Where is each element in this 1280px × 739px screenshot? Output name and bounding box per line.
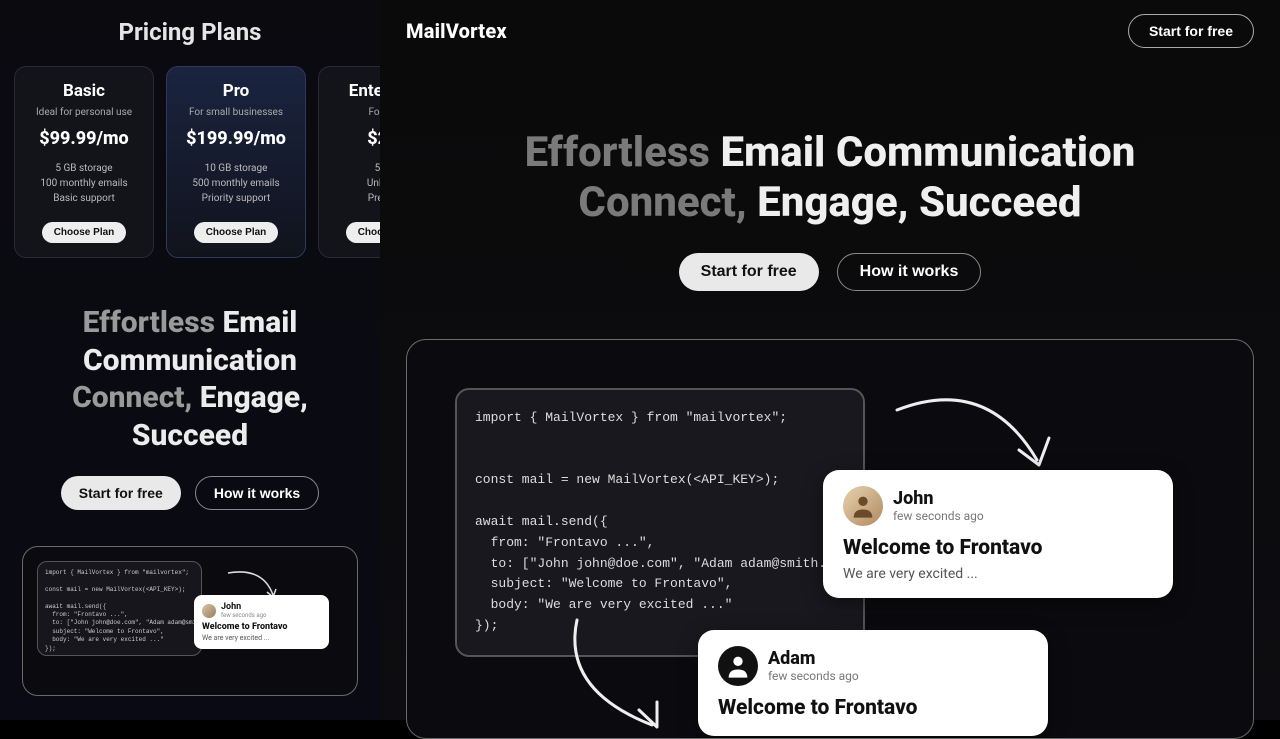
avatar bbox=[843, 486, 883, 526]
plan-name: Enterprise bbox=[329, 81, 380, 101]
demo-illustration: import { MailVortex } from "mailvortex";… bbox=[406, 339, 1254, 739]
email-sender: Adam bbox=[768, 649, 859, 669]
email-sender: John bbox=[221, 602, 266, 612]
email-card-john: John few seconds ago Welcome to Frontavo… bbox=[823, 470, 1173, 598]
plan-price: $199.99/mo bbox=[177, 128, 295, 149]
plan-target: For small businesses bbox=[177, 107, 295, 118]
plan-features: 50 GB Unlimited Premium bbox=[329, 161, 380, 206]
code-snippet-mini: import { MailVortex } from "mailvortex";… bbox=[37, 561, 202, 656]
email-time: few seconds ago bbox=[768, 669, 859, 683]
hero-buttons: Start for free How it works bbox=[22, 476, 358, 510]
plan-pro: Pro For small businesses $199.99/mo 10 G… bbox=[166, 66, 306, 258]
start-for-free-button[interactable]: Start for free bbox=[61, 476, 181, 510]
plan-price: $99.99/mo bbox=[25, 128, 143, 149]
email-time: few seconds ago bbox=[893, 509, 984, 523]
hero-title: Effortless Email Communication Connect, … bbox=[22, 304, 358, 454]
pricing-title: Pricing Plans bbox=[0, 18, 380, 46]
start-for-free-button[interactable]: Start for free bbox=[679, 253, 819, 291]
avatar bbox=[202, 604, 216, 618]
plan-price: $299 bbox=[329, 128, 380, 149]
email-body: We are very excited ... bbox=[202, 634, 321, 642]
plan-features: 5 GB storage 100 monthly emails Basic su… bbox=[25, 161, 143, 206]
choose-plan-button[interactable]: Choose Plan bbox=[42, 222, 127, 243]
plan-basic: Basic Ideal for personal use $99.99/mo 5… bbox=[14, 66, 154, 258]
header: MailVortex Start for free bbox=[380, 0, 1280, 62]
pricing-cards: Basic Ideal for personal use $99.99/mo 5… bbox=[0, 46, 380, 278]
plan-name: Basic bbox=[25, 81, 143, 101]
choose-plan-button[interactable]: Choose Plan bbox=[346, 222, 380, 243]
choose-plan-button[interactable]: Choose Plan bbox=[194, 222, 279, 243]
email-subject: Welcome to Frontavo bbox=[718, 696, 1028, 720]
email-card-adam: Adam few seconds ago Welcome to Frontavo bbox=[698, 630, 1048, 736]
brand-logo[interactable]: MailVortex bbox=[406, 19, 507, 43]
plan-name: Pro bbox=[177, 81, 295, 101]
email-body: We are very excited ... bbox=[843, 566, 1153, 582]
how-it-works-button[interactable]: How it works bbox=[195, 476, 319, 510]
email-subject: Welcome to Frontavo bbox=[202, 622, 321, 632]
start-for-free-button[interactable]: Start for free bbox=[1128, 14, 1254, 48]
left-hero: Effortless Email Communication Connect, … bbox=[0, 278, 380, 520]
main-hero: Effortless Email Communication Connect, … bbox=[380, 62, 1280, 301]
hero-buttons: Start for free How it works bbox=[420, 253, 1240, 291]
left-demo-illustration: import { MailVortex } from "mailvortex";… bbox=[22, 546, 358, 696]
hero-title: Effortless Email Communication Connect, … bbox=[420, 128, 1240, 227]
avatar bbox=[718, 646, 758, 686]
plan-enterprise: Enterprise For large $299 50 GB Unlimite… bbox=[318, 66, 380, 258]
plan-features: 10 GB storage 500 monthly emails Priorit… bbox=[177, 161, 295, 206]
how-it-works-button[interactable]: How it works bbox=[837, 253, 982, 291]
email-time: few seconds ago bbox=[221, 612, 266, 619]
main-panel: MailVortex Start for free Effortless Ema… bbox=[380, 0, 1280, 720]
email-sender: John bbox=[893, 489, 984, 509]
email-card-mini: John few seconds ago Welcome to Frontavo… bbox=[194, 595, 329, 649]
plan-target: Ideal for personal use bbox=[25, 107, 143, 118]
left-preview-panel: Pricing Plans Basic Ideal for personal u… bbox=[0, 0, 380, 720]
email-subject: Welcome to Frontavo bbox=[843, 536, 1153, 560]
plan-target: For large bbox=[329, 107, 380, 118]
